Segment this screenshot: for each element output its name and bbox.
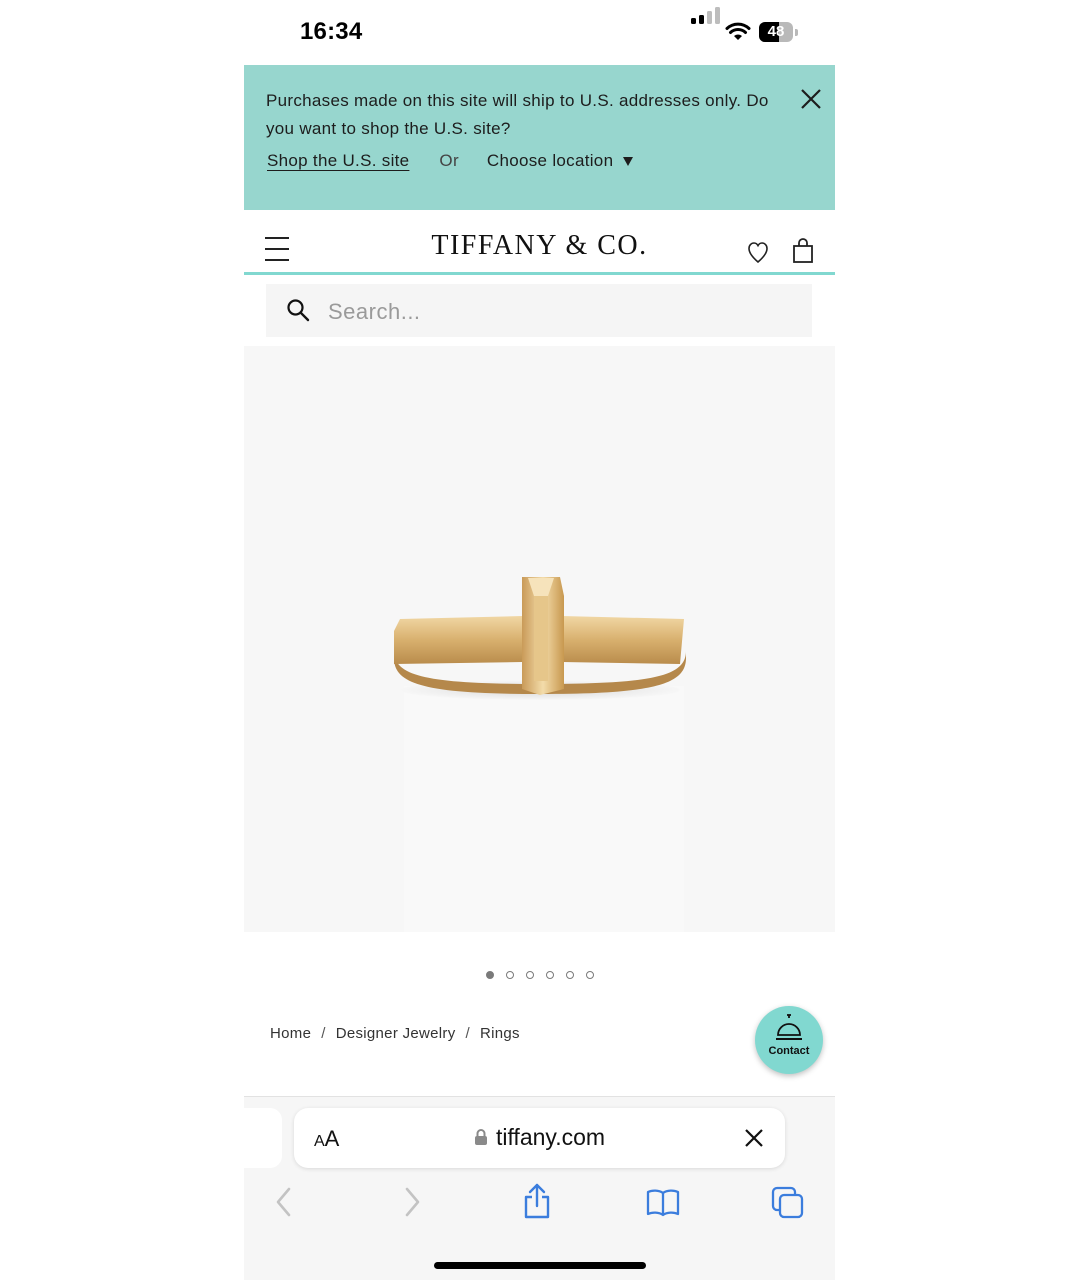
phone-screen: 16:34 48 Purchases made on this site wil… [244, 0, 835, 1280]
close-icon[interactable] [799, 87, 823, 111]
breadcrumb-rings[interactable]: Rings [480, 1025, 520, 1042]
battery-level: 48 [767, 23, 785, 40]
banner-actions: Shop the U.S. site Or Choose location [267, 151, 634, 171]
close-icon[interactable] [744, 1128, 764, 1148]
forward-arrow-icon[interactable] [402, 1186, 422, 1218]
tabs-icon[interactable] [771, 1186, 805, 1220]
home-indicator [434, 1262, 646, 1269]
choose-location-dropdown[interactable]: Choose location [487, 151, 613, 171]
breadcrumb-separator: / [465, 1025, 470, 1042]
contact-button[interactable]: Contact [755, 1006, 823, 1074]
back-arrow-icon[interactable] [274, 1186, 294, 1218]
breadcrumb-designer-jewelry[interactable]: Designer Jewelry [336, 1025, 456, 1042]
shopping-bag-icon[interactable] [792, 238, 814, 264]
carousel-dot[interactable] [545, 971, 554, 979]
concierge-bell-icon [776, 1014, 802, 1040]
breadcrumb-home[interactable]: Home [270, 1025, 311, 1042]
battery-tip [795, 29, 798, 36]
banner-message: Purchases made on this site will ship to… [266, 91, 769, 138]
caret-down-icon[interactable] [623, 156, 634, 166]
shop-us-site-link[interactable]: Shop the U.S. site [267, 151, 409, 171]
carousel-dot[interactable] [565, 971, 574, 979]
carousel-dot[interactable] [585, 971, 594, 979]
status-bar: 16:34 48 [244, 0, 835, 65]
status-time: 16:34 [300, 18, 363, 45]
bookmarks-icon[interactable] [645, 1188, 681, 1218]
wifi-icon [725, 22, 751, 40]
address-bar[interactable]: AA tiffany.com [294, 1108, 785, 1168]
or-text: Or [439, 151, 459, 170]
lock-icon [474, 1129, 487, 1145]
carousel-dot[interactable] [485, 971, 494, 979]
contact-label: Contact [768, 1045, 810, 1057]
battery-icon: 48 [759, 22, 793, 42]
ring-image [394, 577, 686, 932]
carousel-dots [244, 971, 835, 979]
wishlist-heart-icon[interactable] [747, 240, 769, 264]
previous-tab-preview[interactable] [244, 1108, 282, 1168]
product-image[interactable] [244, 346, 835, 932]
site-header: TIFFANY & CO. [244, 210, 835, 275]
shipping-banner: Purchases made on this site will ship to… [244, 65, 835, 210]
search-icon [287, 299, 310, 322]
url-display[interactable]: tiffany.com [294, 1124, 785, 1151]
breadcrumb-separator: / [321, 1025, 326, 1042]
breadcrumb: Home / Designer Jewelry / Rings [270, 1025, 520, 1042]
search-bar[interactable] [266, 284, 812, 337]
search-input[interactable] [326, 292, 800, 332]
carousel-dot[interactable] [525, 971, 534, 979]
carousel-dot[interactable] [505, 971, 514, 979]
share-icon[interactable] [522, 1182, 552, 1220]
url-text: tiffany.com [495, 1124, 606, 1150]
